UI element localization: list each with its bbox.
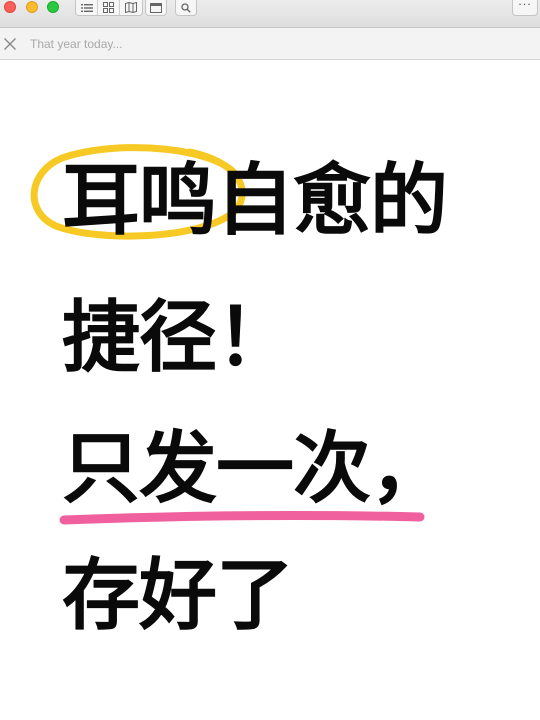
zoom-window-button[interactable] [47,1,59,13]
search-toggle-button[interactable] [175,0,197,16]
view-toolbar-group [75,0,143,16]
grid-view-button[interactable] [98,0,120,15]
search-input[interactable] [30,34,450,54]
headline-line-3: 只发一次， [62,424,448,514]
headline-line-1: 耳鸣自愈的 [62,156,448,246]
window-view-button[interactable] [145,0,167,16]
grid-icon [103,2,114,13]
close-icon[interactable] [3,37,17,51]
list-view-button[interactable] [76,0,98,15]
window-icon [150,2,162,13]
map-icon [125,2,137,13]
poster-canvas: 耳鸣自愈的 捷径！ 只发一次， 存好了 [0,60,540,720]
more-icon: ··· [518,0,532,11]
headline-line-4: 存好了 [62,551,294,641]
close-window-button[interactable] [4,1,16,13]
search-bar [0,28,540,60]
minimize-window-button[interactable] [26,1,38,13]
pink-underline-highlight [59,511,425,525]
map-view-button[interactable] [120,0,142,15]
headline-line-2: 捷径！ [62,293,294,383]
search-icon [181,2,191,13]
more-options-button[interactable]: ··· [512,0,538,16]
window-titlebar: ··· [0,0,540,28]
list-icon [80,3,93,12]
